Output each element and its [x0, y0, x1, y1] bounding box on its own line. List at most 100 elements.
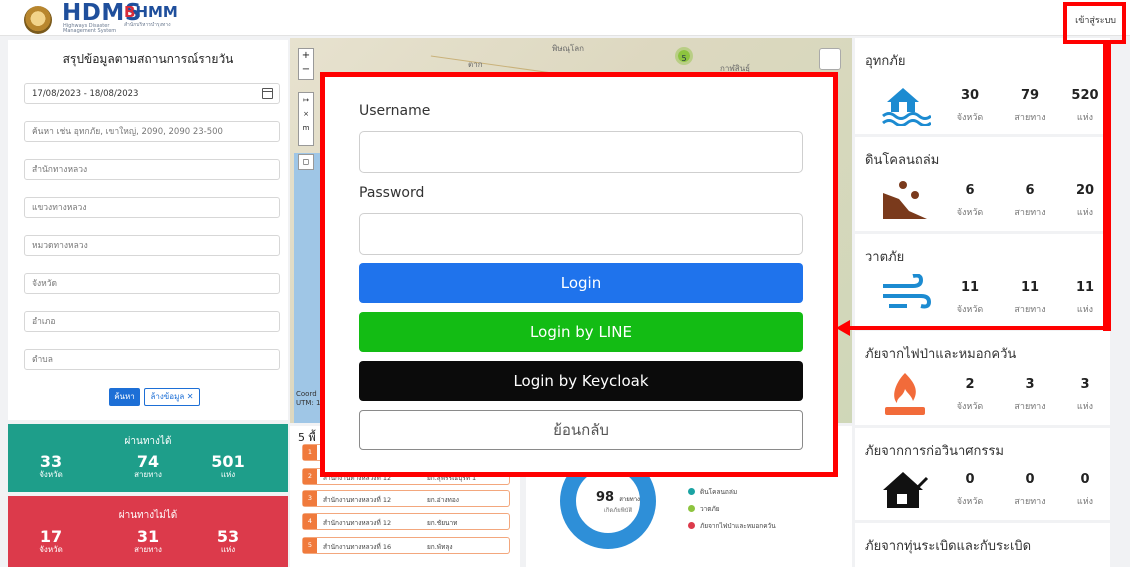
hazard-card-landslide[interactable]: ดินโคลนถล่ม 6 6 20 จังหวัด สายทาง แห่ง	[855, 137, 1110, 231]
clear-tool-icon[interactable]: ×	[299, 107, 313, 121]
top-header: HDMS Highways Disaster Management System…	[0, 0, 1130, 36]
legend-item[interactable]: ดินโคลนถล่ม	[688, 487, 737, 497]
province-select[interactable]: จังหวัด	[24, 273, 280, 294]
list-item[interactable]: 4 สำนักงานทางหลวงที่ 12 ยก.ชัยนาท	[302, 513, 510, 530]
highlight-login-link	[1063, 2, 1126, 44]
login-modal: Username Password Login Login by LINE Lo…	[320, 72, 838, 477]
flood-icon	[882, 88, 931, 126]
hazard-card-windstorm[interactable]: วาตภัย 11 11 11 จังหวัด สายทาง แห่ง	[855, 234, 1110, 328]
map-coordinate-readout: Coord UTM: 1	[296, 390, 320, 408]
amphoe-select[interactable]: อำเภอ	[24, 311, 280, 332]
list-item-area: ยก.พัทลุง	[427, 543, 453, 551]
routes-unit: สายทาง	[1014, 208, 1046, 218]
routes-unit: สายทาง	[1014, 497, 1046, 507]
hazard-name: ภัยจากทุ่นระเบิดและกับระเบิด	[865, 539, 1032, 554]
map-label-tak: ตาก	[468, 60, 483, 69]
impassable-places-value: 53	[216, 527, 240, 546]
fire-icon	[885, 373, 925, 415]
fullscreen-icon[interactable]: ◻	[298, 154, 314, 170]
legend-label: ภัยจากไฟป่าและหมอกควัน	[700, 522, 776, 530]
hazard-routes: 11	[1020, 280, 1040, 295]
zoom-in-button[interactable]: +	[299, 49, 313, 63]
filter-panel-title: สรุปข้อมูลตามสถานการณ์รายวัน	[62, 52, 234, 66]
bhmm-logo-subtitle: สำนักบริหารบำรุงทาง	[124, 22, 171, 28]
zoom-out-button[interactable]: −	[299, 63, 313, 77]
list-item-office: สำนักงานทางหลวงที่ 16	[323, 543, 392, 551]
hazard-places: 0	[1080, 472, 1090, 487]
hazard-card-flood[interactable]: อุทกภัย 30 79 520 จังหวัด สายทาง แห่ง	[855, 38, 1110, 134]
page-scrollbar[interactable]	[1114, 38, 1130, 567]
search-input[interactable]: ค้นหา เช่น อุทกภัย, เขาใหญ่, 2090, 2090 …	[24, 121, 280, 142]
hazard-places: 3	[1080, 377, 1090, 392]
impassable-places-unit: แห่ง	[220, 545, 236, 554]
passable-routes-unit: สายทาง	[134, 470, 162, 479]
hazard-name: อุทกภัย	[865, 54, 906, 69]
list-item-area: ยก.อ่างทอง	[427, 496, 459, 504]
layers-icon[interactable]	[819, 48, 841, 70]
hazard-routes: 3	[1025, 377, 1035, 392]
donut-center-value: 98	[596, 490, 615, 505]
passable-routes: 74 สายทาง	[123, 452, 173, 480]
routes-unit: สายทาง	[1014, 113, 1046, 123]
bureau-select[interactable]: สำนักทางหลวง	[24, 159, 280, 180]
map-cluster-marker[interactable]: 5	[675, 47, 693, 65]
hazard-card-landmine[interactable]: ภัยจากทุ่นระเบิดและกับระเบิด	[855, 523, 1110, 567]
bhmm-logo-b: B	[124, 3, 136, 21]
clear-button[interactable]: ล้างข้อมูล ✕	[144, 388, 200, 406]
measure-tool-icon[interactable]: ↦	[299, 93, 313, 107]
places-unit: แห่ง	[1076, 497, 1094, 507]
bhmm-logo: BHMM	[124, 4, 178, 20]
legend-item[interactable]: วาตภัย	[688, 504, 720, 514]
hazard-card-wildfire[interactable]: ภัยจากไฟป่าและหมอกควัน 2 3 3 จังหวัด สาย…	[855, 331, 1110, 425]
legend-dot	[688, 522, 695, 529]
impassable-routes: 31 สายทาง	[123, 529, 173, 555]
calendar-icon[interactable]	[262, 88, 273, 99]
dashboard-page: HDMS Highways Disaster Management System…	[0, 0, 1130, 567]
login-keycloak-button[interactable]: Login by Keycloak	[359, 361, 803, 401]
password-input[interactable]	[359, 213, 803, 255]
list-item[interactable]: 5 สำนักงานทางหลวงที่ 16 ยก.พัทลุง	[302, 537, 510, 554]
wind-icon	[883, 274, 931, 309]
daily-summary-filter-panel: สรุปข้อมูลตามสถานการณ์รายวัน 17/08/2023 …	[8, 40, 288, 420]
hdms-logo-subtitle: Highways Disaster Management System	[63, 23, 117, 34]
donut-center-unit: สายทาง	[619, 496, 640, 503]
map-tools-control[interactable]: ↦ × m	[298, 92, 314, 146]
map-label-phitsanulok: พิษณุโลก	[552, 44, 585, 53]
hazard-provinces: 6	[965, 183, 975, 198]
password-label: Password	[359, 185, 425, 201]
provinces-unit: จังหวัด	[956, 208, 984, 218]
passable-provinces-unit: จังหวัด	[39, 470, 63, 479]
legend-item[interactable]: ภัยจากไฟป่าและหมอกควัน	[688, 521, 776, 531]
list-item[interactable]: 3 สำนักงานทางหลวงที่ 12 ยก.อ่างทอง	[302, 490, 510, 507]
hazard-card-sabotage[interactable]: ภัยจากการก่อวินาศกรรม 0 0 0 จังหวัด สายท…	[855, 428, 1110, 520]
provinces-unit: จังหวัด	[956, 402, 984, 412]
passable-provinces: 33 จังหวัด	[26, 454, 76, 480]
tambon-select[interactable]: ตำบล	[24, 349, 280, 370]
highlight-connector	[1103, 40, 1111, 331]
impassable-summary: ผ่านทางไม่ได้ 17 จังหวัด 31 สายทาง 53 แห…	[8, 496, 288, 567]
username-input[interactable]	[359, 131, 803, 173]
places-unit: แห่ง	[1076, 402, 1094, 412]
highlight-connector-horizontal	[850, 326, 1111, 331]
highway-district-select[interactable]: แขวงทางหลวง	[24, 197, 280, 218]
login-line-button[interactable]: Login by LINE	[359, 312, 803, 352]
legend-dot	[688, 505, 695, 512]
date-range-input[interactable]: 17/08/2023 - 18/08/2023	[24, 83, 280, 104]
scale-tool-icon[interactable]: m	[299, 121, 313, 135]
map-coord-text: Coord	[296, 390, 317, 398]
hazard-provinces: 30	[960, 88, 980, 103]
donut-center-sub: เกิดภัยพิบัติ	[603, 507, 633, 514]
highway-unit-select[interactable]: หมวดทางหลวง	[24, 235, 280, 256]
impassable-provinces-unit: จังหวัด	[39, 545, 63, 554]
list-item-number: 3	[303, 491, 317, 506]
login-button[interactable]: Login	[359, 263, 803, 303]
passable-title: ผ่านทางได้	[124, 436, 172, 447]
impassable-title: ผ่านทางไม่ได้	[118, 510, 178, 521]
passable-routes-value: 74	[136, 452, 160, 471]
hazard-provinces: 11	[960, 280, 980, 295]
hazard-name: ภัยจากการก่อวินาศกรรม	[865, 444, 1004, 459]
donut-center-label: 98 สายทาง เกิดภัยพิบัติ	[586, 486, 650, 515]
search-button[interactable]: ค้นหา	[109, 388, 140, 406]
back-button[interactable]: ย้อนกลับ	[359, 410, 803, 450]
department-seal-logo	[24, 6, 52, 34]
